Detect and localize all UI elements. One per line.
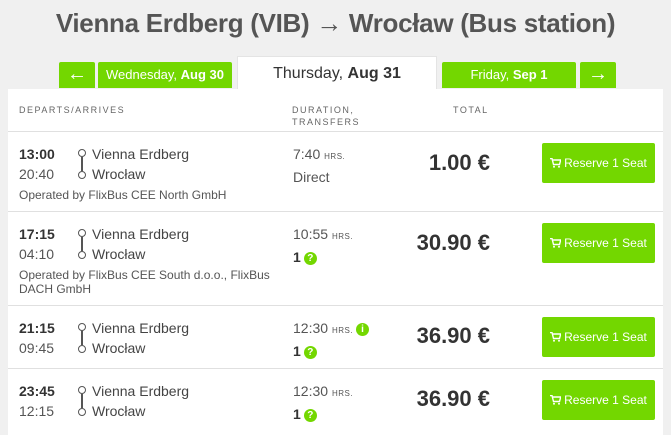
reserve-label: Reserve 1 Seat: [564, 236, 647, 250]
reserve-button[interactable]: Reserve 1 Seat: [542, 143, 655, 183]
price: 36.90 €: [416, 386, 490, 411]
col-duration: DURATION,: [292, 105, 355, 115]
reserve-button[interactable]: Reserve 1 Seat: [542, 223, 655, 263]
hrs-label: HRS.: [324, 152, 346, 161]
transfers: 1: [293, 343, 301, 359]
table-row: 17:15 04:10 Vienna Erdberg Wrocław Opera…: [8, 212, 663, 306]
from-station: Vienna Erdberg: [92, 320, 190, 336]
tab-prev-weekday: Wednesday,: [105, 67, 181, 82]
route-line-icon: [78, 229, 86, 259]
duration: 7:40: [293, 146, 321, 162]
route-line-icon: [78, 323, 86, 353]
reserve-label: Reserve 1 Seat: [564, 330, 647, 344]
table-row: 13:00 20:40 Vienna Erdberg Wrocław Opera…: [8, 132, 663, 212]
transfers: Direct: [293, 169, 330, 185]
transfers: 1: [293, 249, 301, 265]
next-day-arrow-button[interactable]: →: [580, 62, 616, 88]
col-transfers: TRANSFERS: [292, 117, 361, 127]
arrive-time: 09:45: [19, 340, 55, 356]
shopping-cart-icon: [550, 318, 562, 342]
operator-text: Operated by FlixBus CEE North GmbH: [19, 188, 227, 202]
arrive-time: 12:15: [19, 403, 55, 419]
duration: 12:30: [293, 320, 329, 336]
duration: 12:30: [293, 383, 329, 399]
question-icon[interactable]: ?: [303, 251, 317, 265]
tab-next-day[interactable]: Friday, Sep 1: [442, 62, 576, 88]
col-departs: DEPARTS/ARRIVES: [19, 105, 126, 115]
tab-current-day[interactable]: Thursday, Aug 31: [237, 56, 437, 90]
depart-time: 23:45: [19, 383, 55, 399]
to-station: Wrocław: [92, 246, 146, 262]
depart-time: 21:15: [19, 320, 55, 336]
to-station: Wrocław: [92, 403, 146, 419]
day-navigation: ← Wednesday, Aug 30 Thursday, Aug 31 Fri…: [0, 56, 671, 90]
price: 36.90 €: [416, 323, 490, 348]
duration: 10:55: [293, 226, 329, 242]
reserve-label: Reserve 1 Seat: [564, 393, 647, 407]
to-station: Wrocław: [92, 340, 146, 356]
prev-day-arrow-button[interactable]: ←: [59, 62, 95, 88]
reserve-button[interactable]: Reserve 1 Seat: [542, 317, 655, 357]
hrs-label: HRS.: [331, 389, 354, 398]
tab-next-weekday: Friday,: [470, 67, 513, 82]
info-icon[interactable]: i: [356, 322, 370, 336]
hrs-label: HRS.: [331, 326, 354, 335]
tab-current-weekday: Thursday,: [273, 65, 348, 82]
reserve-button[interactable]: Reserve 1 Seat: [542, 380, 655, 420]
question-icon[interactable]: ?: [303, 408, 317, 422]
from-station: Vienna Erdberg: [92, 146, 190, 162]
to-station: Wrocław: [92, 166, 146, 182]
price: 1.00 €: [428, 150, 490, 175]
reserve-label: Reserve 1 Seat: [564, 156, 647, 170]
from-station: Vienna Erdberg: [92, 226, 190, 242]
results-panel: DEPARTS/ARRIVES DURATION, TRANSFERS TOTA…: [8, 89, 663, 435]
hrs-label: HRS.: [331, 232, 354, 241]
col-total: TOTAL: [453, 105, 489, 115]
tab-prev-day[interactable]: Wednesday, Aug 30: [98, 62, 232, 88]
tab-prev-date: Aug 30: [180, 67, 225, 82]
price: 30.90 €: [416, 230, 490, 255]
transfers: 1: [293, 406, 301, 422]
question-icon[interactable]: ?: [303, 345, 317, 359]
shopping-cart-icon: [550, 144, 562, 168]
shopping-cart-icon: [550, 224, 562, 248]
operator-text: Operated by FlixBus CEE South d.o.o., Fl…: [19, 268, 270, 296]
arrive-time: 20:40: [19, 166, 55, 182]
page-title: Vienna Erdberg (VIB) → Wrocław (Bus stat…: [55, 8, 616, 38]
shopping-cart-icon: [550, 381, 562, 405]
table-row: 21:15 09:45 Vienna Erdberg Wrocław 12:30…: [8, 306, 663, 369]
route-line-icon: [78, 386, 86, 416]
depart-time: 13:00: [19, 146, 55, 162]
depart-time: 17:15: [19, 226, 55, 242]
route-line-icon: [78, 149, 86, 179]
arrive-time: 04:10: [19, 246, 55, 262]
table-header: DEPARTS/ARRIVES DURATION, TRANSFERS TOTA…: [8, 89, 663, 132]
from-station: Vienna Erdberg: [92, 383, 190, 399]
tab-current-date: Aug 31: [347, 65, 401, 82]
tab-next-date: Sep 1: [512, 67, 548, 82]
table-row: 23:45 12:15 Vienna Erdberg Wrocław 12:30…: [8, 369, 663, 432]
